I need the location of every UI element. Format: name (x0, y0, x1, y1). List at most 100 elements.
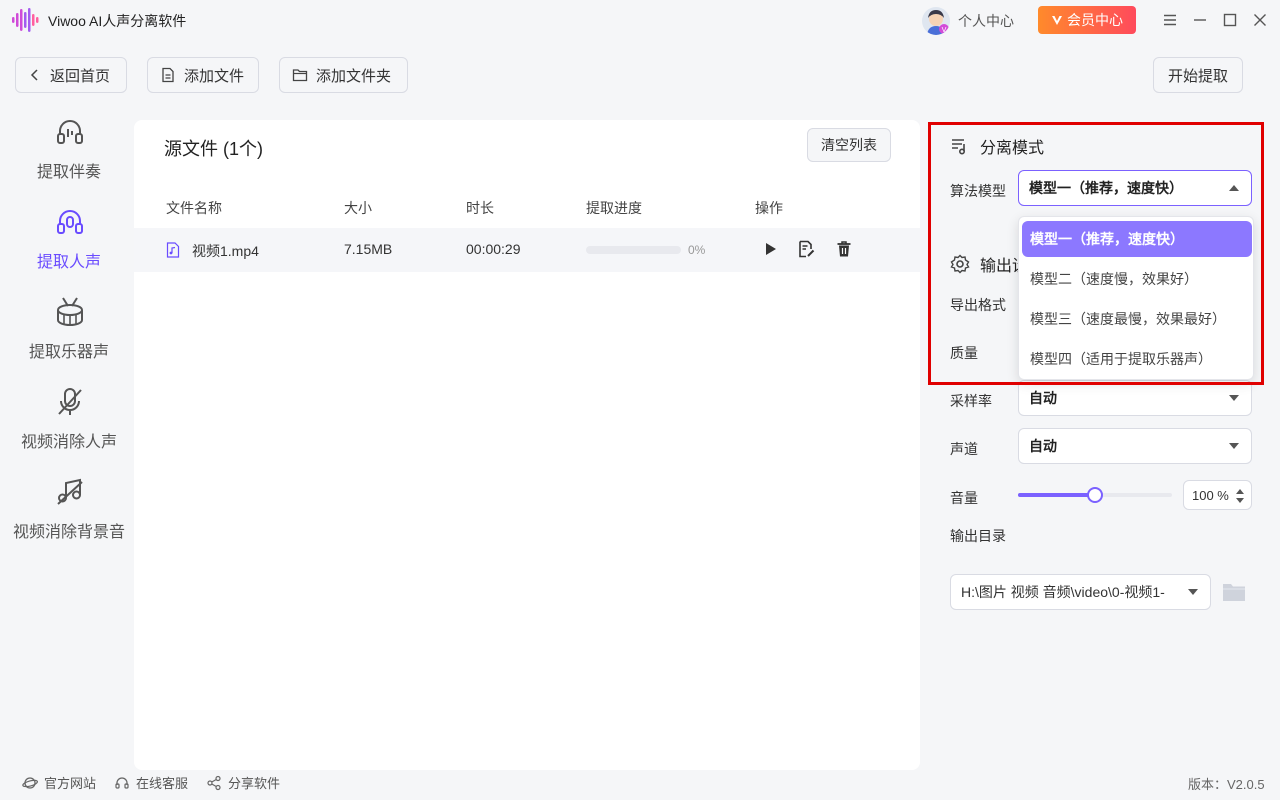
caret-down-icon (1188, 589, 1198, 595)
svg-text:V: V (942, 26, 947, 34)
close-icon (1254, 14, 1266, 26)
sample-rate-label: 采样率 (950, 393, 992, 409)
website-link[interactable]: 官方网站 (22, 773, 96, 792)
column-header: 大小 (344, 200, 372, 216)
sidebar-item-instrument[interactable]: 提取乐器声 (0, 296, 138, 386)
caret-down-icon (1229, 443, 1239, 449)
progress-bar (586, 246, 681, 254)
minimize-button[interactable] (1190, 10, 1210, 30)
output-settings-section: 输出设 (950, 252, 1028, 276)
sidebar-item-label: 提取伴奏 (36, 164, 101, 181)
hamburger-icon (1164, 14, 1176, 26)
add-folder-button[interactable]: 添加文件夹 (279, 57, 408, 93)
volume-slider-fill (1018, 493, 1095, 497)
sample-rate-value: 自动 (1029, 390, 1057, 406)
maximize-icon (1223, 13, 1237, 27)
column-header: 操作 (755, 200, 783, 216)
file-list-title: 源文件 (1个) (164, 139, 263, 159)
spinner-arrows-icon[interactable] (1235, 488, 1245, 504)
mic-off-icon (58, 388, 82, 415)
volume-input[interactable]: 100 % (1183, 480, 1252, 510)
music-file-icon (166, 242, 180, 258)
trash-icon[interactable] (835, 240, 853, 258)
file-duration: 00:00:29 (466, 241, 521, 257)
output-dir-value: H:\图片 视频 音频\video\0-视频1- (961, 584, 1165, 600)
title-bar: Viwoo AI人声分离软件 V 个人中心 会员中心 (0, 0, 1280, 40)
volume-slider[interactable] (1018, 487, 1172, 503)
dropdown-option[interactable]: 模型四（适用于提取乐器声） (1022, 341, 1252, 377)
table-row[interactable]: 视频1.mp4 7.15MB 00:00:29 0% (134, 228, 920, 272)
user-avatar-icon: V (927, 10, 949, 35)
sidebar-item-video-remove-background[interactable]: 视频消除背景音 (0, 476, 138, 566)
support-headset-icon (115, 776, 129, 789)
sidebar-item-video-remove-vocals[interactable]: 视频消除人声 (0, 386, 138, 476)
headset-mic-icon (57, 210, 83, 234)
column-header: 时长 (466, 200, 494, 216)
add-folder-label: 添加文件夹 (316, 67, 392, 85)
website-label: 官方网站 (44, 776, 97, 791)
share-label: 分享软件 (228, 776, 281, 791)
separation-mode-section: 分离模式 (950, 134, 1044, 158)
edit-file-icon[interactable] (797, 240, 815, 258)
mode-list-music-icon (952, 139, 966, 155)
caret-down-icon (1229, 395, 1239, 401)
output-dir-select[interactable]: H:\图片 视频 音频\video\0-视频1- (950, 574, 1211, 610)
vip-center-button[interactable]: 会员中心 (1038, 6, 1136, 34)
dropdown-option[interactable]: 模型一（推荐，速度快） (1022, 221, 1252, 257)
separation-mode-title: 分离模式 (980, 140, 1045, 157)
dropdown-option[interactable]: 模型三（速度最慢，效果最好） (1022, 301, 1252, 337)
volume-value: 100 % (1192, 487, 1229, 503)
channel-select[interactable]: 自动 (1018, 428, 1252, 464)
user-center-link[interactable]: 个人中心 (958, 11, 1014, 31)
gear-icon (950, 254, 970, 274)
progress-percent: 0% (688, 243, 706, 257)
play-icon[interactable] (761, 240, 779, 258)
sidebar-item-label: 视频消除背景音 (12, 524, 125, 541)
volume-slider-thumb[interactable] (1087, 487, 1103, 503)
add-file-button[interactable]: 添加文件 (147, 57, 259, 93)
sidebar-item-vocals[interactable]: 提取人声 (0, 206, 138, 296)
algorithm-dropdown: 模型一（推荐，速度快） 模型二（速度慢，效果好） 模型三（速度最慢，效果最好） … (1018, 216, 1254, 380)
app-logo-icon (12, 8, 39, 32)
file-list-panel: 源文件 (1个) 清空列表 文件名称 大小 时长 提取进度 操作 视频1.mp4… (134, 120, 920, 770)
drum-icon (57, 297, 83, 326)
support-link[interactable]: 在线客服 (114, 773, 188, 792)
clear-list-button[interactable]: 清空列表 (807, 128, 891, 162)
algorithm-select[interactable]: 模型一（推荐，速度快） (1018, 170, 1252, 206)
close-button[interactable] (1250, 10, 1270, 30)
file-name: 视频1.mp4 (192, 243, 259, 259)
file-size: 7.15MB (344, 241, 393, 257)
volume-label: 音量 (950, 490, 978, 506)
minimize-icon (1194, 19, 1206, 21)
version-text: 版本：V2.0.5 (1188, 777, 1265, 792)
column-header: 文件名称 (166, 200, 222, 216)
back-home-button[interactable]: 返回首页 (15, 57, 127, 93)
sample-rate-select[interactable]: 自动 (1018, 380, 1252, 416)
maximize-button[interactable] (1220, 10, 1240, 30)
chevron-left-icon (30, 69, 38, 81)
output-dir-label: 输出目录 (950, 528, 1006, 544)
back-home-label: 返回首页 (50, 67, 111, 85)
share-link[interactable]: 分享软件 (206, 773, 280, 792)
avatar[interactable]: V (922, 7, 950, 35)
share-icon (207, 775, 221, 790)
column-header: 提取进度 (586, 200, 642, 216)
sidebar-item-label: 视频消除人声 (20, 434, 117, 451)
menu-button[interactable] (1160, 10, 1180, 30)
add-file-label: 添加文件 (184, 67, 245, 85)
folder-icon (292, 69, 308, 82)
file-icon (162, 67, 174, 83)
support-label: 在线客服 (136, 776, 189, 791)
quality-label: 质量 (950, 345, 978, 361)
sidebar-item-accompaniment[interactable]: 提取伴奏 (0, 116, 138, 206)
sidebar-item-label: 提取人声 (36, 254, 101, 271)
channel-label: 声道 (950, 441, 978, 457)
algorithm-label: 算法模型 (950, 183, 1006, 199)
headphones-icon (57, 120, 83, 144)
music-off-icon (57, 478, 83, 505)
open-folder-icon[interactable] (1222, 581, 1246, 603)
caret-up-icon (1229, 185, 1239, 191)
dropdown-option[interactable]: 模型二（速度慢，效果好） (1022, 261, 1252, 297)
vip-center-label: 会员中心 (1067, 12, 1123, 28)
start-extract-button[interactable]: 开始提取 (1153, 57, 1243, 93)
